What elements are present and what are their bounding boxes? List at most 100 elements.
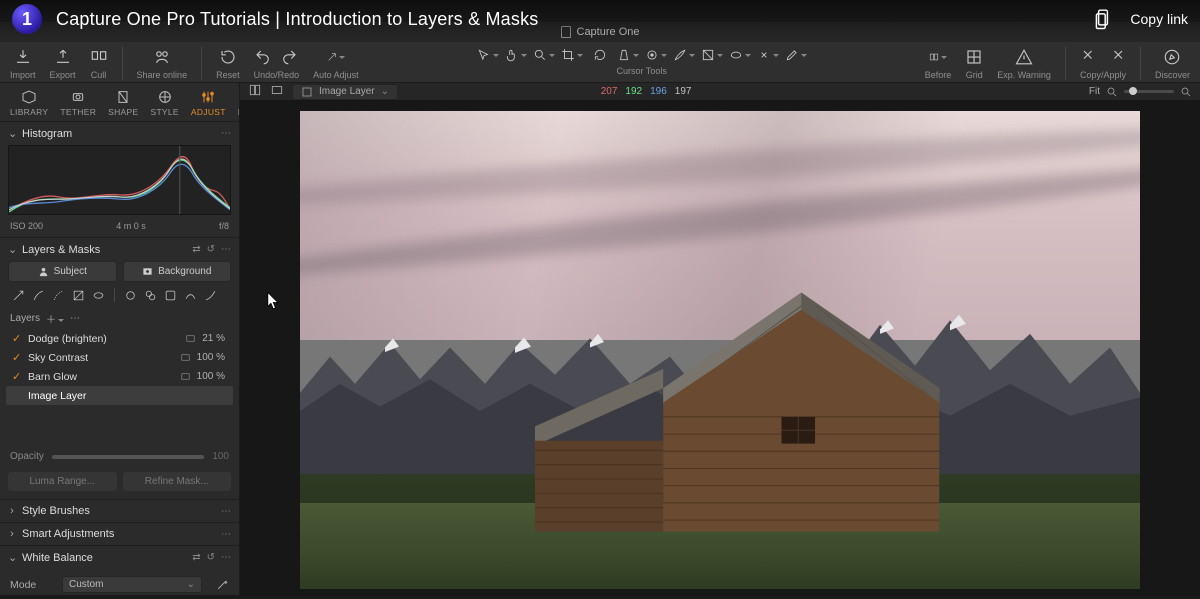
magic-brush-icon[interactable]	[12, 289, 25, 302]
tab-tether[interactable]: TETHER	[56, 87, 100, 119]
cursor-pointer-icon	[266, 291, 282, 314]
exp-warning-icon[interactable]	[1015, 48, 1033, 66]
annotate-tool-icon[interactable]	[784, 46, 808, 64]
copy-link-button[interactable]: Copy link	[1130, 11, 1188, 27]
reset-section-icon[interactable]: ↺	[207, 552, 215, 563]
tab-style[interactable]: STYLE	[146, 87, 182, 119]
channel-avatar[interactable]: 1	[12, 4, 42, 34]
zoom-fit-control[interactable]: Fit	[1089, 86, 1192, 98]
layer-visible-check-icon[interactable]: ✓	[12, 389, 22, 402]
auto-adjust-icon[interactable]	[327, 48, 345, 66]
export-icon[interactable]	[54, 48, 72, 66]
opacity-slider[interactable]	[52, 455, 204, 459]
before-group[interactable]: Before	[925, 46, 952, 80]
chevron-down-icon[interactable]: ⌄	[8, 243, 16, 256]
tab-adjust[interactable]: ADJUST	[187, 87, 230, 119]
feather-icon[interactable]	[204, 289, 217, 302]
heal-tool-icon[interactable]	[756, 46, 780, 64]
share-icon[interactable]	[153, 48, 171, 66]
section-menu-icon[interactable]: ⋯	[221, 506, 231, 517]
draw-mask-icon[interactable]	[32, 289, 45, 302]
auto-adjust-group[interactable]: Auto Adjust	[313, 46, 359, 80]
luminosity-icon[interactable]	[184, 289, 197, 302]
redo-icon[interactable]	[280, 48, 298, 66]
wb-picker-icon[interactable]	[216, 578, 229, 591]
heal-layer-icon[interactable]	[124, 289, 137, 302]
zoom-slider[interactable]	[1124, 90, 1174, 93]
section-menu-icon[interactable]: ⋯	[221, 552, 231, 563]
share-label: Share online	[137, 70, 188, 80]
viewer-layer-select[interactable]: Image Layer ⌄	[292, 84, 398, 100]
reset-icon[interactable]	[219, 48, 237, 66]
undo-icon[interactable]	[254, 48, 272, 66]
copy-apply-group[interactable]: Copy/Apply	[1080, 46, 1126, 80]
copy-adjustment-icon[interactable]: ⇄	[192, 552, 200, 563]
new-subject-mask-button[interactable]: Subject	[8, 261, 117, 282]
import-icon[interactable]	[14, 48, 32, 66]
canvas[interactable]	[240, 101, 1200, 599]
wb-mode-select[interactable]: Custom⌄	[62, 576, 202, 593]
reset-section-icon[interactable]: ↺	[207, 244, 215, 255]
viewer-mode-icon[interactable]	[248, 83, 262, 100]
import-group[interactable]: Import	[10, 46, 36, 80]
layer-visible-check-icon[interactable]: ✓	[12, 351, 22, 364]
layer-row[interactable]: ✓ Barn Glow 100 %	[6, 367, 233, 386]
layer-row[interactable]: ✓ Sky Contrast 100 %	[6, 348, 233, 367]
pointer-tool-icon[interactable]	[476, 46, 500, 64]
chevron-down-icon[interactable]: ⌄	[8, 551, 16, 564]
video-title[interactable]: Capture One Pro Tutorials | Introduction…	[56, 9, 539, 30]
search-icon[interactable]	[1180, 86, 1192, 98]
before-icon[interactable]	[929, 48, 947, 66]
layer-row[interactable]: ✓ Dodge (brighten) 21 %	[6, 329, 233, 348]
layer-row[interactable]: ✓ Image Layer	[6, 386, 233, 405]
export-group[interactable]: Export	[50, 46, 76, 80]
cull-icon[interactable]	[90, 48, 108, 66]
section-menu-icon[interactable]: ⋯	[221, 244, 231, 255]
undoredo-group[interactable]: Undo/Redo	[254, 46, 300, 80]
chevron-down-icon[interactable]: ⌄	[8, 127, 16, 140]
new-background-mask-button[interactable]: Background	[123, 261, 232, 282]
grid-group[interactable]: Grid	[965, 46, 983, 80]
layer-visible-check-icon[interactable]: ✓	[12, 332, 22, 345]
mask-thumb-icon[interactable]	[180, 371, 191, 382]
rotate-tool-icon[interactable]	[588, 46, 612, 64]
radial-tool-icon[interactable]	[728, 46, 752, 64]
section-menu-icon[interactable]: ⋯	[221, 128, 231, 139]
refine-mask-button[interactable]: Refine Mask...	[123, 472, 232, 491]
chevron-right-icon[interactable]: ›	[8, 505, 16, 517]
chevron-right-icon[interactable]: ›	[8, 528, 16, 540]
exp-warning-group[interactable]: Exp. Warning	[997, 46, 1051, 80]
mask-thumb-icon[interactable]	[185, 333, 196, 344]
brush-tool-icon[interactable]	[672, 46, 696, 64]
mask-thumb-icon[interactable]	[180, 352, 191, 363]
reset-group[interactable]: Reset	[216, 46, 240, 80]
ai-select-icon[interactable]	[164, 289, 177, 302]
grid-icon[interactable]	[965, 48, 983, 66]
spot-tool-icon[interactable]	[644, 46, 668, 64]
crop-tool-icon[interactable]	[560, 46, 584, 64]
apply-icon[interactable]	[1107, 48, 1125, 66]
loupe-tool-icon[interactable]	[532, 46, 556, 64]
linear-gradient-icon[interactable]	[72, 289, 85, 302]
share-outline-icon[interactable]	[1094, 8, 1112, 30]
tab-shape[interactable]: SHAPE	[104, 87, 142, 119]
cull-group[interactable]: Cull	[90, 46, 108, 80]
discover-icon[interactable]	[1163, 48, 1181, 66]
proof-icon[interactable]	[270, 83, 284, 100]
radial-gradient-icon[interactable]	[92, 289, 105, 302]
clone-layer-icon[interactable]	[144, 289, 157, 302]
keystone-tool-icon[interactable]	[616, 46, 640, 64]
layer-visible-check-icon[interactable]: ✓	[12, 370, 22, 383]
layer-options-icon[interactable]: ⋯	[70, 313, 80, 324]
tab-library[interactable]: LIBRARY	[6, 87, 52, 119]
hand-tool-icon[interactable]	[504, 46, 528, 64]
copy-adjustment-icon[interactable]: ⇄	[192, 244, 200, 255]
gradient-tool-icon[interactable]	[700, 46, 724, 64]
copy-icon[interactable]	[1081, 48, 1099, 66]
luma-range-button[interactable]: Luma Range...	[8, 472, 117, 491]
section-menu-icon[interactable]: ⋯	[221, 529, 231, 540]
discover-group[interactable]: Discover	[1155, 46, 1190, 80]
erase-mask-icon[interactable]	[52, 289, 65, 302]
add-layer-button[interactable]: ＋	[46, 311, 64, 326]
share-online-group[interactable]: Share online	[137, 46, 188, 80]
